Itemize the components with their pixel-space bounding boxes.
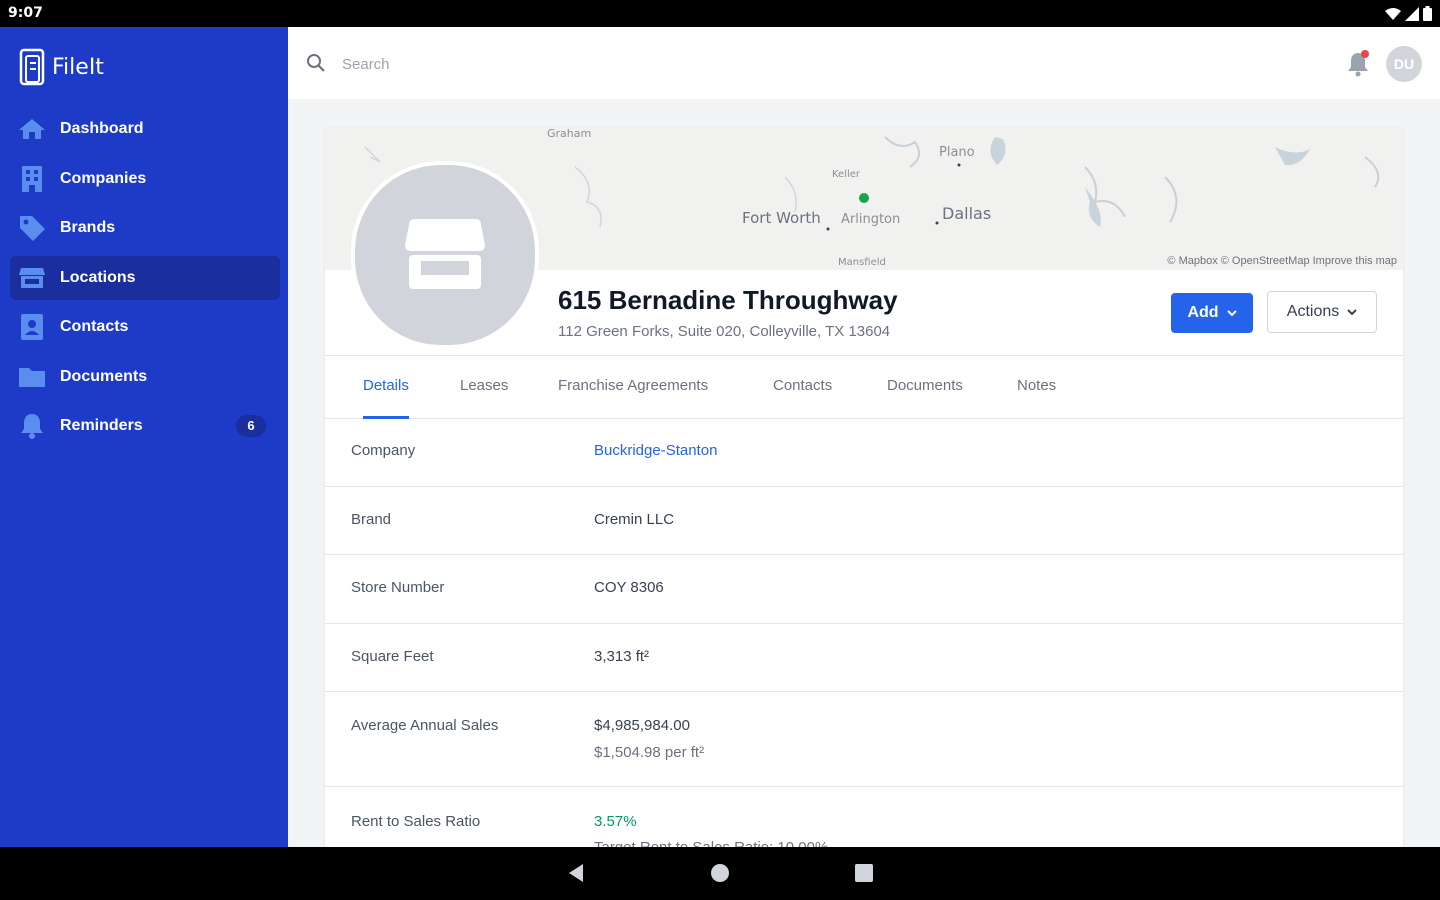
detail-row-brand: Brand Cremin LLC [325, 487, 1403, 555]
add-button-label: Add [1187, 304, 1219, 321]
detail-value: 3,313 ft² [594, 648, 650, 665]
sidebar: FileIt Dashboard Companies Brands Locati… [0, 27, 288, 847]
detail-row-company: Company Buckridge-Stanton [325, 418, 1403, 487]
detail-value: $4,985,984.00 [594, 717, 690, 734]
tab-franchise-agreements[interactable]: Franchise Agreements [558, 356, 708, 416]
detail-label: Square Feet [351, 648, 434, 665]
map-attribution[interactable]: © Mapbox © OpenStreetMap Improve this ma… [1167, 255, 1397, 267]
detail-value: Cremin LLC [594, 511, 675, 528]
sidebar-item-label: Documents [60, 367, 148, 385]
detail-subvalue: $1,504.98 per ft² [594, 744, 705, 761]
detail-label: Company [351, 442, 416, 459]
storefront-icon [405, 219, 485, 289]
top-bar: DU [288, 27, 1440, 99]
company-link[interactable]: Buckridge-Stanton [594, 442, 717, 459]
detail-label: Average Annual Sales [351, 717, 499, 734]
sidebar-item-label: Brands [60, 219, 116, 236]
search-input[interactable] [340, 51, 944, 77]
sidebar-item-dashboard[interactable]: Dashboard [10, 107, 280, 151]
sidebar-item-label: Contacts [60, 318, 129, 335]
sidebar-item-brands[interactable]: Brands [10, 206, 280, 250]
detail-row-square-feet: Square Feet 3,313 ft² [325, 624, 1403, 692]
bell-icon [21, 414, 43, 439]
android-nav-bar [0, 847, 1440, 900]
recents-icon[interactable] [854, 863, 874, 883]
detail-label: Store Number [351, 579, 445, 596]
reminders-count-badge: 6 [236, 415, 266, 437]
location-avatar [351, 161, 539, 349]
location-card: Graham Plano Keller Fort Worth Arlington… [325, 127, 1403, 867]
location-tabs: Details Leases Franchise Agreements Cont… [325, 355, 1403, 419]
status-bar: 9:07 [0, 0, 1440, 27]
sidebar-item-label: Locations [60, 268, 136, 286]
actions-button[interactable]: Actions [1267, 291, 1377, 333]
tag-icon [20, 216, 45, 241]
location-address: 112 Green Forks, Suite 020, Colleyville,… [558, 323, 891, 340]
file-logo-icon [19, 48, 45, 86]
sidebar-item-companies[interactable]: Companies [10, 157, 280, 201]
map-label-keller: Keller [832, 169, 861, 180]
app-logo[interactable]: FileIt [18, 47, 104, 87]
actions-button-label: Actions [1286, 303, 1340, 320]
detail-value: COY 8306 [594, 579, 664, 596]
building-icon [22, 165, 42, 192]
tab-documents[interactable]: Documents [887, 356, 963, 416]
search-icon [307, 54, 325, 72]
battery-icon [1423, 6, 1432, 21]
user-avatar[interactable]: DU [1386, 46, 1422, 82]
sidebar-item-documents[interactable]: Documents [10, 355, 280, 399]
sidebar-item-label: Dashboard [60, 120, 144, 137]
map-label-graham: Graham [547, 127, 592, 140]
tab-notes[interactable]: Notes [1017, 356, 1056, 416]
status-time: 9:07 [8, 5, 43, 21]
sidebar-item-contacts[interactable]: Contacts [10, 305, 280, 349]
wifi-icon [1385, 7, 1401, 20]
detail-row-store-number: Store Number COY 8306 [325, 555, 1403, 624]
chevron-down-icon [1226, 310, 1237, 317]
sidebar-item-reminders[interactable]: Reminders 6 [10, 404, 280, 448]
map-label-mansfield: Mansfield [838, 257, 886, 268]
sidebar-nav: Dashboard Companies Brands Locations Con… [10, 107, 280, 454]
chevron-down-icon [1347, 309, 1357, 316]
folder-icon [19, 367, 45, 387]
sidebar-item-label: Reminders [60, 417, 143, 434]
detail-label: Brand [351, 511, 392, 528]
sidebar-item-label: Companies [60, 169, 147, 187]
back-icon[interactable] [566, 863, 586, 883]
map-label-arlington: Arlington [841, 212, 901, 227]
sidebar-item-locations[interactable]: Locations [10, 255, 280, 300]
tab-contacts[interactable]: Contacts [773, 356, 832, 416]
map-label-dallas: Dallas [942, 204, 992, 223]
signal-icon [1405, 6, 1419, 21]
detail-value: 3.57% [594, 813, 637, 830]
tab-leases[interactable]: Leases [460, 356, 508, 416]
notification-dot [1361, 50, 1369, 58]
location-title: 615 Bernadine Throughway [558, 285, 898, 315]
status-icons [1385, 6, 1432, 21]
detail-label: Rent to Sales Ratio [351, 813, 481, 830]
home-circle-icon[interactable] [710, 863, 730, 883]
add-button[interactable]: Add [1171, 293, 1253, 333]
detail-row-annual-sales: Average Annual Sales $4,985,984.00 $1,50… [325, 692, 1403, 787]
contact-card-icon [21, 314, 43, 340]
app-name: FileIt [52, 54, 104, 80]
map-label-fort-worth: Fort Worth [742, 209, 821, 227]
store-icon [19, 267, 45, 288]
home-icon [19, 119, 45, 139]
map-label-plano: Plano [939, 145, 975, 160]
tab-details[interactable]: Details [363, 356, 409, 419]
